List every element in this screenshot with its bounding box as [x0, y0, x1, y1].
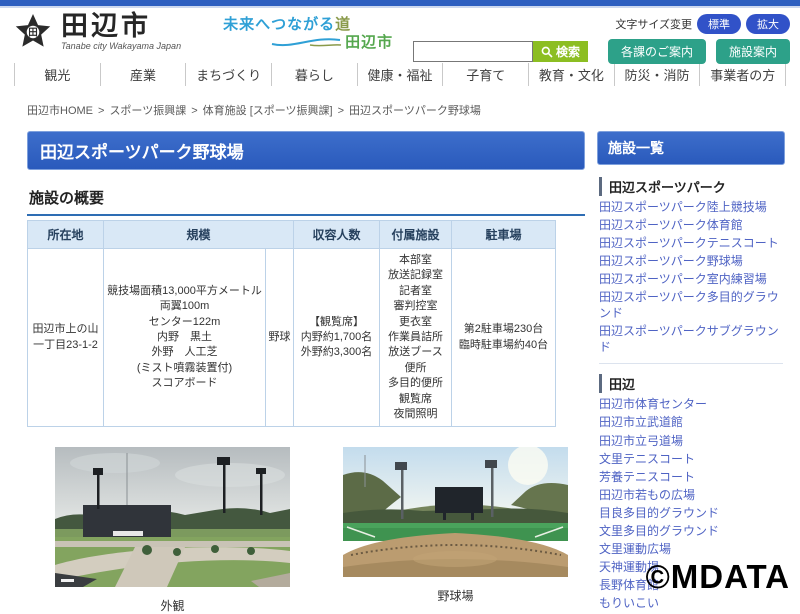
nav-item[interactable]: 健康・福祉 — [357, 63, 443, 86]
nav-item[interactable]: 教育・文化 — [528, 63, 614, 86]
sidebar-group-heading: 田辺スポーツパーク — [599, 177, 783, 196]
photo-section: 外観 — [27, 447, 585, 614]
nav-item[interactable]: 暮らし — [271, 63, 357, 86]
site-header: 田 田辺市 Tanabe city Wakayama Japan 未来へつながる… — [0, 8, 800, 56]
sidebar-facility-link[interactable]: 田辺スポーツパーク陸上競技場 — [599, 200, 783, 216]
font-size-label: 文字サイズ変更 — [615, 16, 692, 32]
col-header-capacity: 収容人数 — [294, 221, 380, 249]
breadcrumb-separator: > — [98, 105, 104, 117]
cell-annex: 本部室 放送記録室 記者室 審判控室 更衣室 作業員詰所 放送ブース 便所 多目… — [380, 249, 452, 427]
table-header-row: 所在地 規模 収容人数 付属施設 駐車場 — [28, 221, 556, 249]
breadcrumb-separator: > — [338, 105, 344, 117]
cell-sport: 野球 — [266, 249, 294, 427]
slogan-swoosh-icon — [270, 35, 342, 47]
col-header-location: 所在地 — [28, 221, 104, 249]
col-header-annex: 付属施設 — [380, 221, 452, 249]
sidebar-facility-link[interactable]: 田辺市立弓道場 — [599, 434, 783, 450]
breadcrumb-separator: > — [191, 105, 197, 117]
nav-item[interactable]: 観光 — [14, 63, 100, 86]
col-header-parking: 駐車場 — [452, 221, 556, 249]
sidebar-facility-link[interactable]: 田辺スポーツパーク多目的グラウンド — [599, 290, 783, 321]
section-heading: 施設の概要 — [27, 184, 585, 216]
photo-caption: 野球場 — [343, 587, 568, 604]
sidebar-facility-link[interactable]: 田辺市体育センター — [599, 397, 783, 413]
nav-item[interactable]: 事業者の方 — [699, 63, 786, 86]
sidebar-group-sportspark: 田辺スポーツパーク 田辺スポーツパーク陸上競技場田辺スポーツパーク体育館田辺スポ… — [599, 177, 783, 355]
sidebar-facility-link[interactable]: 田辺スポーツパークサブグラウンド — [599, 324, 783, 355]
breadcrumb-link[interactable]: スポーツ振興課 — [109, 105, 186, 117]
photo-block-field: 野球場 — [343, 447, 568, 614]
breadcrumb-link[interactable]: 体育施設 [スポーツ振興課] — [203, 105, 333, 117]
watermark: ©MDATA — [645, 558, 790, 596]
sidebar-facility-link[interactable]: 田辺スポーツパークテニスコート — [599, 236, 783, 252]
col-header-scale: 規模 — [104, 221, 294, 249]
cell-capacity: 【観覧席】 内野約1,700名 外野約3,300名 — [294, 249, 380, 427]
sidebar-facility-link[interactable]: 田辺市若もの広場 — [599, 488, 783, 504]
site-title: 田辺市 — [61, 13, 181, 40]
emblem-character: 田 — [28, 28, 38, 39]
sidebar-facility-link[interactable]: もりいこい — [599, 596, 783, 612]
font-size-enlarge-button[interactable]: 拡大 — [746, 14, 790, 34]
breadcrumb-link[interactable]: 田辺スポーツパーク野球場 — [349, 105, 481, 117]
cell-parking: 第2駐車場230台 臨時駐車場約40台 — [452, 249, 556, 427]
facility-overview-table: 所在地 規模 収容人数 付属施設 駐車場 田辺市上の山 一丁目23-1-2 競技… — [27, 220, 556, 427]
city-slogan-banner: 未来へつながる道 田辺市 — [223, 13, 393, 52]
facility-sidebar: 施設一覧 田辺スポーツパーク 田辺スポーツパーク陸上競技場田辺スポーツパーク体育… — [597, 131, 785, 614]
sidebar-facility-link[interactable]: 文里テニスコート — [599, 452, 783, 468]
sidebar-facility-link[interactable]: 田辺市立武道館 — [599, 415, 783, 431]
sidebar-facility-link[interactable]: 文里多目的グラウンド — [599, 524, 783, 540]
nav-item[interactable]: まちづくり — [185, 63, 271, 86]
sidebar-facility-link[interactable]: 芳養テニスコート — [599, 470, 783, 486]
nav-item[interactable]: 子育て — [442, 63, 528, 86]
sidebar-facility-link[interactable]: 田辺スポーツパーク体育館 — [599, 218, 783, 234]
facilities-guide-button[interactable]: 施設案内 — [716, 39, 790, 64]
site-logo[interactable]: 田 田辺市 Tanabe city Wakayama Japan — [14, 13, 181, 51]
photo-block-exterior: 外観 — [55, 447, 290, 614]
cell-scale: 競技場面積13,000平方メートル 両翼100m センター122m 内野 黒土 … — [104, 249, 266, 427]
search-icon — [541, 46, 553, 58]
search-input[interactable] — [413, 41, 533, 62]
table-row: 田辺市上の山 一丁目23-1-2 競技場面積13,000平方メートル 両翼100… — [28, 249, 556, 427]
search-button-label: 検索 — [556, 43, 580, 60]
city-emblem-star-icon: 田 — [14, 13, 52, 51]
nav-item[interactable]: 防災・消防 — [614, 63, 700, 86]
cell-location: 田辺市上の山 一丁目23-1-2 — [28, 249, 104, 427]
search-button[interactable]: 検索 — [533, 41, 588, 62]
breadcrumb: 田辺市HOME > スポーツ振興課 > 体育施設 [スポーツ振興課] > 田辺スポーツパーク… — [0, 93, 800, 123]
font-size-standard-button[interactable]: 標準 — [697, 14, 741, 34]
slogan-city-name: 田辺市 — [345, 31, 393, 52]
exterior-photo — [55, 447, 290, 587]
breadcrumb-link[interactable]: 田辺市HOME — [27, 105, 93, 117]
sidebar-facility-link[interactable]: 田辺スポーツパーク室内練習場 — [599, 272, 783, 288]
site-subtitle: Tanabe city Wakayama Japan — [61, 41, 181, 51]
sidebar-link-list: 田辺スポーツパーク陸上競技場田辺スポーツパーク体育館田辺スポーツパークテニスコー… — [599, 200, 783, 355]
top-accent-bar — [0, 0, 800, 8]
departments-guide-button[interactable]: 各課のご案内 — [608, 39, 706, 64]
sidebar-facility-link[interactable]: 田辺スポーツパーク野球場 — [599, 254, 783, 270]
sidebar-facility-link[interactable]: 文里運動広場 — [599, 542, 783, 558]
page-title: 田辺スポーツパーク野球場 — [27, 131, 585, 170]
nav-item[interactable]: 産業 — [100, 63, 186, 86]
ballpark-photo — [343, 447, 568, 577]
sidebar-title: 施設一覧 — [597, 131, 785, 165]
sidebar-facility-link[interactable]: 目良多目的グラウンド — [599, 506, 783, 522]
sidebar-group-heading: 田辺 — [599, 374, 783, 393]
